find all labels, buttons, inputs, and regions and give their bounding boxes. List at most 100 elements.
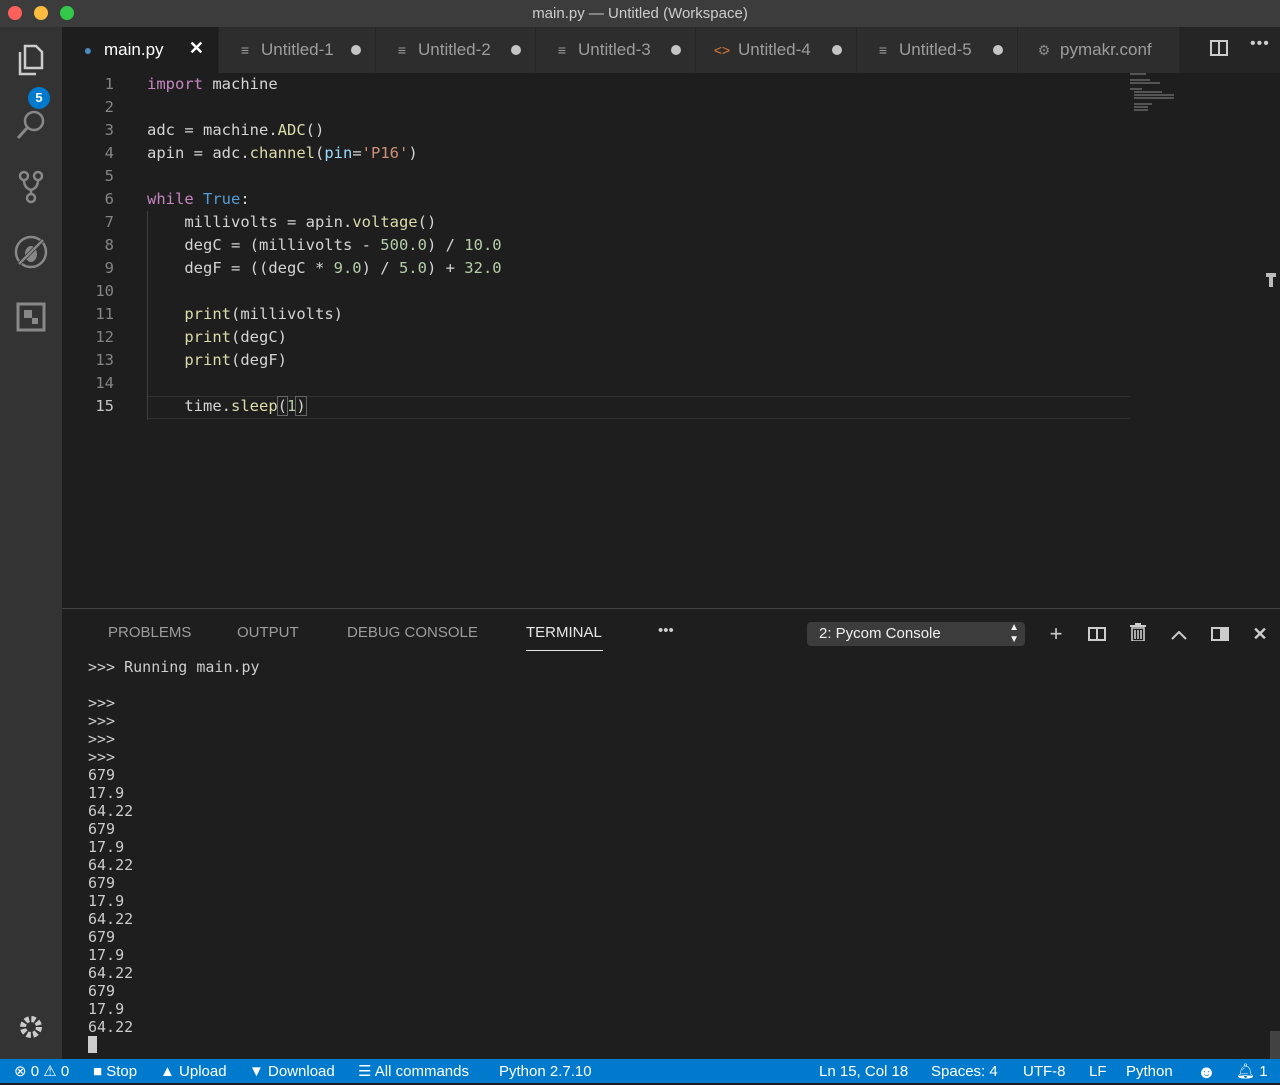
new-terminal-icon[interactable]: + [1045, 623, 1067, 645]
split-terminal-icon[interactable] [1086, 623, 1108, 645]
terminal-cursor [88, 1036, 97, 1053]
more-actions-icon[interactable]: ••• [1250, 35, 1270, 53]
split-editor-icon[interactable] [1210, 40, 1228, 56]
end-of-line[interactable]: LF [1089, 1059, 1107, 1085]
unsaved-dot-icon [832, 45, 842, 55]
download-icon: ▼ [249, 1063, 264, 1080]
tab-untitled-3[interactable]: ≡ Untitled-3 [536, 27, 696, 73]
warning-count: 0 [60, 1063, 70, 1080]
upload-icon: ▲ [160, 1063, 175, 1080]
close-icon[interactable]: ✕ [189, 38, 204, 59]
unsaved-dot-icon [993, 45, 1003, 55]
close-panel-icon[interactable]: ✕ [1249, 623, 1271, 645]
terminal-line: 17.9 [88, 892, 125, 910]
maximize-panel-icon[interactable] [1168, 623, 1190, 645]
text-file-icon: ≡ [557, 42, 567, 58]
warning-icon: ⚠ [43, 1063, 57, 1080]
stop-label: Stop [106, 1063, 138, 1080]
activity-bar: 5 [0, 27, 62, 1059]
bell-icon: 🔔︎ [1236, 1063, 1256, 1080]
encoding[interactable]: UTF-8 [1023, 1059, 1066, 1085]
terminal-line: 679 [88, 766, 116, 784]
tab-debug-console[interactable]: DEBUG CONSOLE [347, 624, 478, 641]
python-file-icon: ● [83, 42, 93, 58]
upload-label: Upload [179, 1063, 227, 1080]
tab-untitled-4[interactable]: <> Untitled-4 [696, 27, 857, 73]
minimap[interactable] [1130, 73, 1190, 113]
settings-file-icon: ⚙ [1037, 41, 1051, 58]
terminal-select[interactable]: 2: Pycom Console ▲ ▼ [807, 622, 1025, 646]
tab-untitled-2[interactable]: ≡ Untitled-2 [376, 27, 536, 73]
bottom-panel: PROBLEMS OUTPUT DEBUG CONSOLE TERMINAL •… [62, 608, 1280, 1060]
download-label: Download [268, 1063, 335, 1080]
upload-button[interactable]: ▲ Upload [160, 1059, 227, 1085]
error-count: 0 [30, 1063, 40, 1080]
unsaved-dot-icon [671, 45, 681, 55]
tab-pymakr-conf[interactable]: ⚙ pymakr.conf [1018, 27, 1180, 73]
indentation[interactable]: Spaces: 4 [931, 1059, 998, 1085]
terminal-line: 64.22 [88, 802, 134, 820]
tab-label: pymakr.conf [1060, 40, 1152, 59]
tab-untitled-1[interactable]: ≡ Untitled-1 [219, 27, 376, 73]
terminal-line: 679 [88, 928, 116, 946]
terminal-line: 679 [88, 982, 116, 1000]
gear-icon[interactable] [13, 1009, 49, 1045]
unsaved-dot-icon [351, 45, 361, 55]
editor-tab-bar: ● main.py ✕ ≡ Untitled-1 ≡ Untitled-2 ≡ … [62, 27, 1280, 73]
tab-problems[interactable]: PROBLEMS [108, 624, 191, 641]
terminal-cursor-line [88, 1036, 260, 1054]
all-commands-button[interactable]: ☰ All commands [358, 1059, 469, 1085]
all-commands-label: All commands [374, 1063, 469, 1080]
tab-main-py[interactable]: ● main.py ✕ [62, 27, 219, 73]
terminal-line: ​ [88, 676, 260, 694]
tab-untitled-5[interactable]: ≡ Untitled-5 [857, 27, 1018, 73]
terminal-line: 17.9 [88, 784, 125, 802]
unsaved-dot-icon [511, 45, 521, 55]
text-file-icon: ≡ [397, 42, 407, 58]
python-interpreter[interactable]: Python 2.7.10 [499, 1059, 592, 1085]
code-file-icon: <> [713, 42, 731, 58]
title-bar: main.py — Untitled (Workspace) [0, 0, 1280, 27]
feedback-smiley-icon[interactable]: ☻ [1197, 1059, 1216, 1085]
terminal-line: 64.22 [88, 1018, 134, 1036]
terminal-line: 17.9 [88, 838, 125, 856]
text-file-icon: ≡ [240, 42, 250, 58]
status-bar: ⊗ 0 ⚠ 0 ■ Stop ▲ Upload ▼ Download ☰ All… [0, 1059, 1280, 1083]
source-control-icon[interactable] [13, 169, 49, 205]
cursor-position[interactable]: Ln 15, Col 18 [819, 1059, 908, 1085]
code-editor[interactable]: 1 import machine 2 3 adc = machine.ADC() 4… [62, 73, 1280, 608]
tab-output[interactable]: OUTPUT [237, 624, 299, 641]
language-mode[interactable]: Python [1126, 1059, 1173, 1085]
problems-status[interactable]: ⊗ 0 ⚠ 0 [14, 1059, 69, 1085]
window-title: main.py — Untitled (Workspace) [532, 5, 748, 22]
stop-icon: ■ [93, 1063, 103, 1080]
stop-button[interactable]: ■ Stop [93, 1059, 137, 1085]
tab-label: Untitled-5 [899, 40, 972, 59]
text-file-icon: ≡ [878, 42, 888, 58]
error-icon: ⊗ [14, 1063, 27, 1080]
tab-terminal[interactable]: TERMINAL [526, 624, 602, 641]
overview-ruler-marker [1269, 273, 1273, 287]
files-icon[interactable] [13, 42, 49, 78]
terminal-line: >>> [88, 730, 116, 748]
trash-icon[interactable] [1127, 623, 1149, 645]
terminal-line: 64.22 [88, 910, 134, 928]
more-panel-tabs-icon[interactable]: ••• [658, 622, 674, 639]
tab-label: Untitled-2 [418, 40, 491, 59]
terminal-line: 17.9 [88, 1000, 125, 1018]
terminal-select-value: 2: Pycom Console [819, 625, 941, 642]
terminal-line: 64.22 [88, 964, 134, 982]
search-icon[interactable] [13, 107, 49, 143]
toggle-panel-position-icon[interactable] [1209, 623, 1231, 645]
debug-icon[interactable] [13, 234, 49, 270]
terminal-output[interactable]: >>> Running main.py​>>>>>>>>>>>>67917.96… [88, 658, 260, 1054]
extensions-icon[interactable] [13, 299, 49, 335]
explorer-badge: 5 [28, 87, 50, 109]
terminal-line: 17.9 [88, 946, 125, 964]
notifications[interactable]: 🔔︎ 1 [1236, 1059, 1268, 1085]
tab-label: Untitled-3 [578, 40, 651, 59]
active-tab-indicator [526, 650, 603, 651]
download-button[interactable]: ▼ Download [249, 1059, 335, 1085]
terminal-scrollbar[interactable] [1270, 1031, 1280, 1059]
terminal-line: >>> [88, 694, 116, 712]
